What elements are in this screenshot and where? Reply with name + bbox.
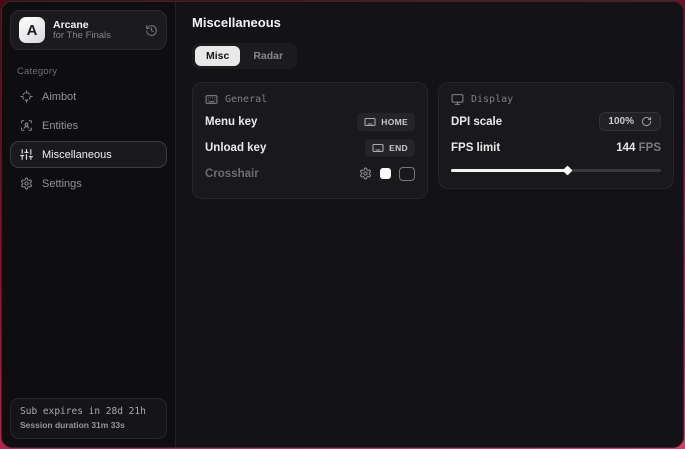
- dpi-scale-row: DPI scale 100%: [451, 110, 661, 133]
- crosshair-color-swatch[interactable]: [380, 168, 391, 179]
- unload-key-row: Unload key END: [205, 136, 415, 159]
- unload-key-label: Unload key: [205, 142, 266, 154]
- general-card: General Menu key HOME Unload key: [192, 82, 428, 199]
- brand-text: Arcane for The Finals: [53, 19, 137, 42]
- tab-misc[interactable]: Misc: [195, 46, 240, 66]
- keyboard-icon: [364, 116, 376, 128]
- fps-unit: FPS: [639, 142, 661, 154]
- sliders-icon: [20, 148, 33, 161]
- tab-radar[interactable]: Radar: [242, 46, 294, 66]
- crosshair-preview-box[interactable]: [399, 167, 415, 181]
- display-card-header: Display: [451, 93, 661, 106]
- fps-slider-fill: [451, 169, 567, 172]
- sidebar-item-label: Entities: [42, 120, 78, 132]
- dpi-scale-control[interactable]: 100%: [599, 112, 661, 131]
- sidebar-item-entities[interactable]: Entities: [10, 112, 167, 139]
- fps-limit-label: FPS limit: [451, 142, 500, 154]
- history-icon[interactable]: [145, 24, 158, 37]
- reset-icon[interactable]: [641, 116, 652, 127]
- keyboard-icon: [205, 93, 218, 106]
- sidebar-item-label: Miscellaneous: [42, 149, 112, 161]
- crosshair-controls: [359, 167, 415, 181]
- sub-expiry-text: Sub expires in 28d 21h: [20, 406, 157, 417]
- fps-number: 144: [616, 142, 635, 154]
- crosshair-row: Crosshair: [205, 162, 415, 185]
- category-label: Category: [17, 66, 167, 77]
- brand-card: A Arcane for The Finals: [10, 10, 167, 50]
- crosshair-label: Crosshair: [205, 168, 259, 180]
- menu-key-value: HOME: [381, 117, 408, 127]
- menu-key-label: Menu key: [205, 116, 257, 128]
- display-card: Display DPI scale 100% FPS limit 144: [438, 82, 674, 189]
- menu-key-bind-button[interactable]: HOME: [357, 113, 415, 131]
- crosshair-icon: [20, 90, 33, 103]
- scan-user-icon: [20, 119, 33, 132]
- gear-icon: [20, 177, 33, 190]
- sidebar-item-label: Aimbot: [42, 91, 76, 103]
- crosshair-settings-icon[interactable]: [359, 167, 372, 180]
- fps-limit-row: FPS limit 144 FPS: [451, 136, 661, 159]
- menu-key-row: Menu key HOME: [205, 110, 415, 133]
- dpi-scale-value: 100%: [608, 116, 634, 127]
- tab-bar: Misc Radar: [192, 43, 297, 69]
- main-content: Miscellaneous Misc Radar General Menu ke…: [176, 2, 684, 447]
- session-duration-text: Session duration 31m 33s: [20, 420, 157, 430]
- sidebar-spacer: [10, 197, 167, 398]
- sidebar-item-aimbot[interactable]: Aimbot: [10, 83, 167, 110]
- unload-key-value: END: [389, 143, 408, 153]
- sidebar: A Arcane for The Finals Category Aimbot: [2, 2, 176, 447]
- fps-limit-value: 144 FPS: [616, 142, 661, 154]
- sidebar-nav: Aimbot Entities Miscellaneous Settings: [10, 83, 167, 197]
- app-subtitle: for The Finals: [53, 31, 137, 42]
- page-title: Miscellaneous: [192, 15, 674, 30]
- cards-row: General Menu key HOME Unload key: [192, 82, 674, 199]
- app-name: Arcane: [53, 19, 137, 31]
- display-card-title: Display: [471, 94, 513, 105]
- sidebar-item-miscellaneous[interactable]: Miscellaneous: [10, 141, 167, 168]
- general-card-header: General: [205, 93, 415, 106]
- fps-slider-thumb[interactable]: [562, 165, 572, 175]
- sidebar-item-settings[interactable]: Settings: [10, 170, 167, 197]
- subscription-info: Sub expires in 28d 21h Session duration …: [10, 398, 167, 439]
- general-card-title: General: [225, 94, 267, 105]
- dpi-scale-label: DPI scale: [451, 116, 502, 128]
- app-window: A Arcane for The Finals Category Aimbot: [1, 1, 684, 448]
- app-logo: A: [19, 17, 45, 43]
- keyboard-icon: [372, 142, 384, 154]
- sidebar-item-label: Settings: [42, 178, 82, 190]
- fps-limit-slider[interactable]: [451, 165, 661, 175]
- unload-key-bind-button[interactable]: END: [365, 139, 415, 157]
- monitor-icon: [451, 93, 464, 106]
